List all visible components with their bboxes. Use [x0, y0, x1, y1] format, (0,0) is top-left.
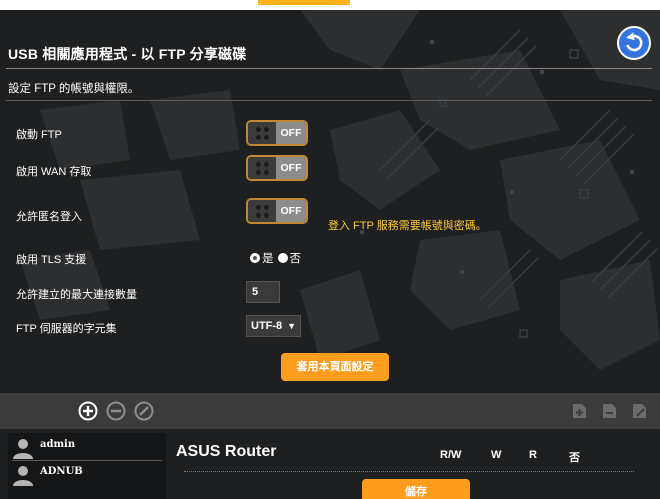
apply-settings-button[interactable]: 套用本頁面設定	[281, 353, 389, 381]
tls-option-yes-label: 是	[262, 253, 274, 265]
user-item-admin[interactable]: admin	[12, 437, 162, 459]
enable-ftp-toggle[interactable]: OFF	[246, 120, 308, 146]
max-connections-input[interactable]: 5	[246, 281, 280, 303]
radio-unchecked-icon	[277, 253, 288, 263]
user-avatar-icon	[13, 439, 33, 459]
page-title: USB 相關應用程式 - 以 FTP 分享磁碟	[8, 46, 247, 62]
toggle-knob	[248, 157, 276, 179]
enable-ftp-label: 啟動 FTP	[16, 129, 62, 141]
tls-radio-group: 是 否	[250, 250, 305, 266]
toggle-state: OFF	[276, 157, 306, 179]
permission-header-r: R	[529, 449, 537, 461]
top-tab-indicator	[258, 0, 350, 5]
permission-header-none: 否	[569, 452, 580, 464]
charset-select[interactable]: UTF-8 ▼	[246, 315, 301, 337]
account-toolbar	[0, 393, 660, 429]
account-permissions-area: admin ADNUB ASUS Router R/W W R 否 儲存	[0, 429, 660, 499]
permissions-divider	[184, 471, 634, 472]
folder-icon[interactable]	[600, 401, 620, 421]
max-connections-label: 允許建立的最大連接數量	[16, 289, 137, 301]
page-description: 設定 FTP 的帳號與權限。	[8, 83, 140, 95]
save-button[interactable]: 儲存	[362, 479, 470, 499]
page-header: USB 相關應用程式 - 以 FTP 分享磁碟	[0, 10, 660, 72]
description-divider	[6, 100, 652, 101]
header-divider	[6, 68, 652, 69]
tls-option-no-label: 否	[289, 253, 302, 265]
tls-label: 啟用 TLS 支援	[16, 254, 87, 266]
user-name: ADNUB	[40, 466, 83, 477]
tls-option-no[interactable]: 否	[277, 250, 302, 266]
radio-checked-icon	[250, 253, 260, 263]
wan-access-label: 啟用 WAN 存取	[16, 166, 92, 178]
user-name: admin	[40, 439, 76, 450]
user-item-adnub[interactable]: ADNUB	[12, 464, 162, 486]
toggle-knob	[248, 200, 276, 222]
back-arrow-icon	[626, 32, 643, 52]
back-button[interactable]	[617, 26, 651, 60]
charset-value: UTF-8	[251, 320, 283, 332]
toggle-state: OFF	[276, 200, 306, 222]
router-name: ASUS Router	[176, 443, 277, 460]
chevron-down-icon: ▼	[287, 321, 296, 331]
anonymous-login-hint: 登入 FTP 服務需要帳號與密碼。	[328, 220, 487, 232]
charset-label: FTP 伺服器的字元集	[16, 323, 117, 335]
tls-option-yes[interactable]: 是	[250, 250, 274, 266]
user-list: admin ADNUB	[8, 433, 166, 499]
user-avatar-icon	[13, 466, 33, 486]
add-folder-icon[interactable]	[570, 401, 590, 421]
toggle-knob	[248, 122, 276, 144]
permission-header-w: W	[491, 449, 502, 461]
edit-icon[interactable]	[134, 401, 154, 421]
anonymous-login-label: 允許匿名登入	[16, 211, 82, 223]
user-divider	[12, 460, 162, 461]
toggle-state: OFF	[276, 122, 306, 144]
ftp-settings-panel: USB 相關應用程式 - 以 FTP 分享磁碟 設定 FTP 的帳號與權限。 啟…	[0, 10, 660, 499]
anonymous-login-toggle[interactable]: OFF	[246, 198, 308, 224]
permission-header-rw: R/W	[440, 449, 462, 461]
remove-icon[interactable]	[106, 401, 126, 421]
add-icon[interactable]	[78, 401, 98, 421]
wan-access-toggle[interactable]: OFF	[246, 155, 308, 181]
edit-folder-icon[interactable]	[630, 401, 650, 421]
